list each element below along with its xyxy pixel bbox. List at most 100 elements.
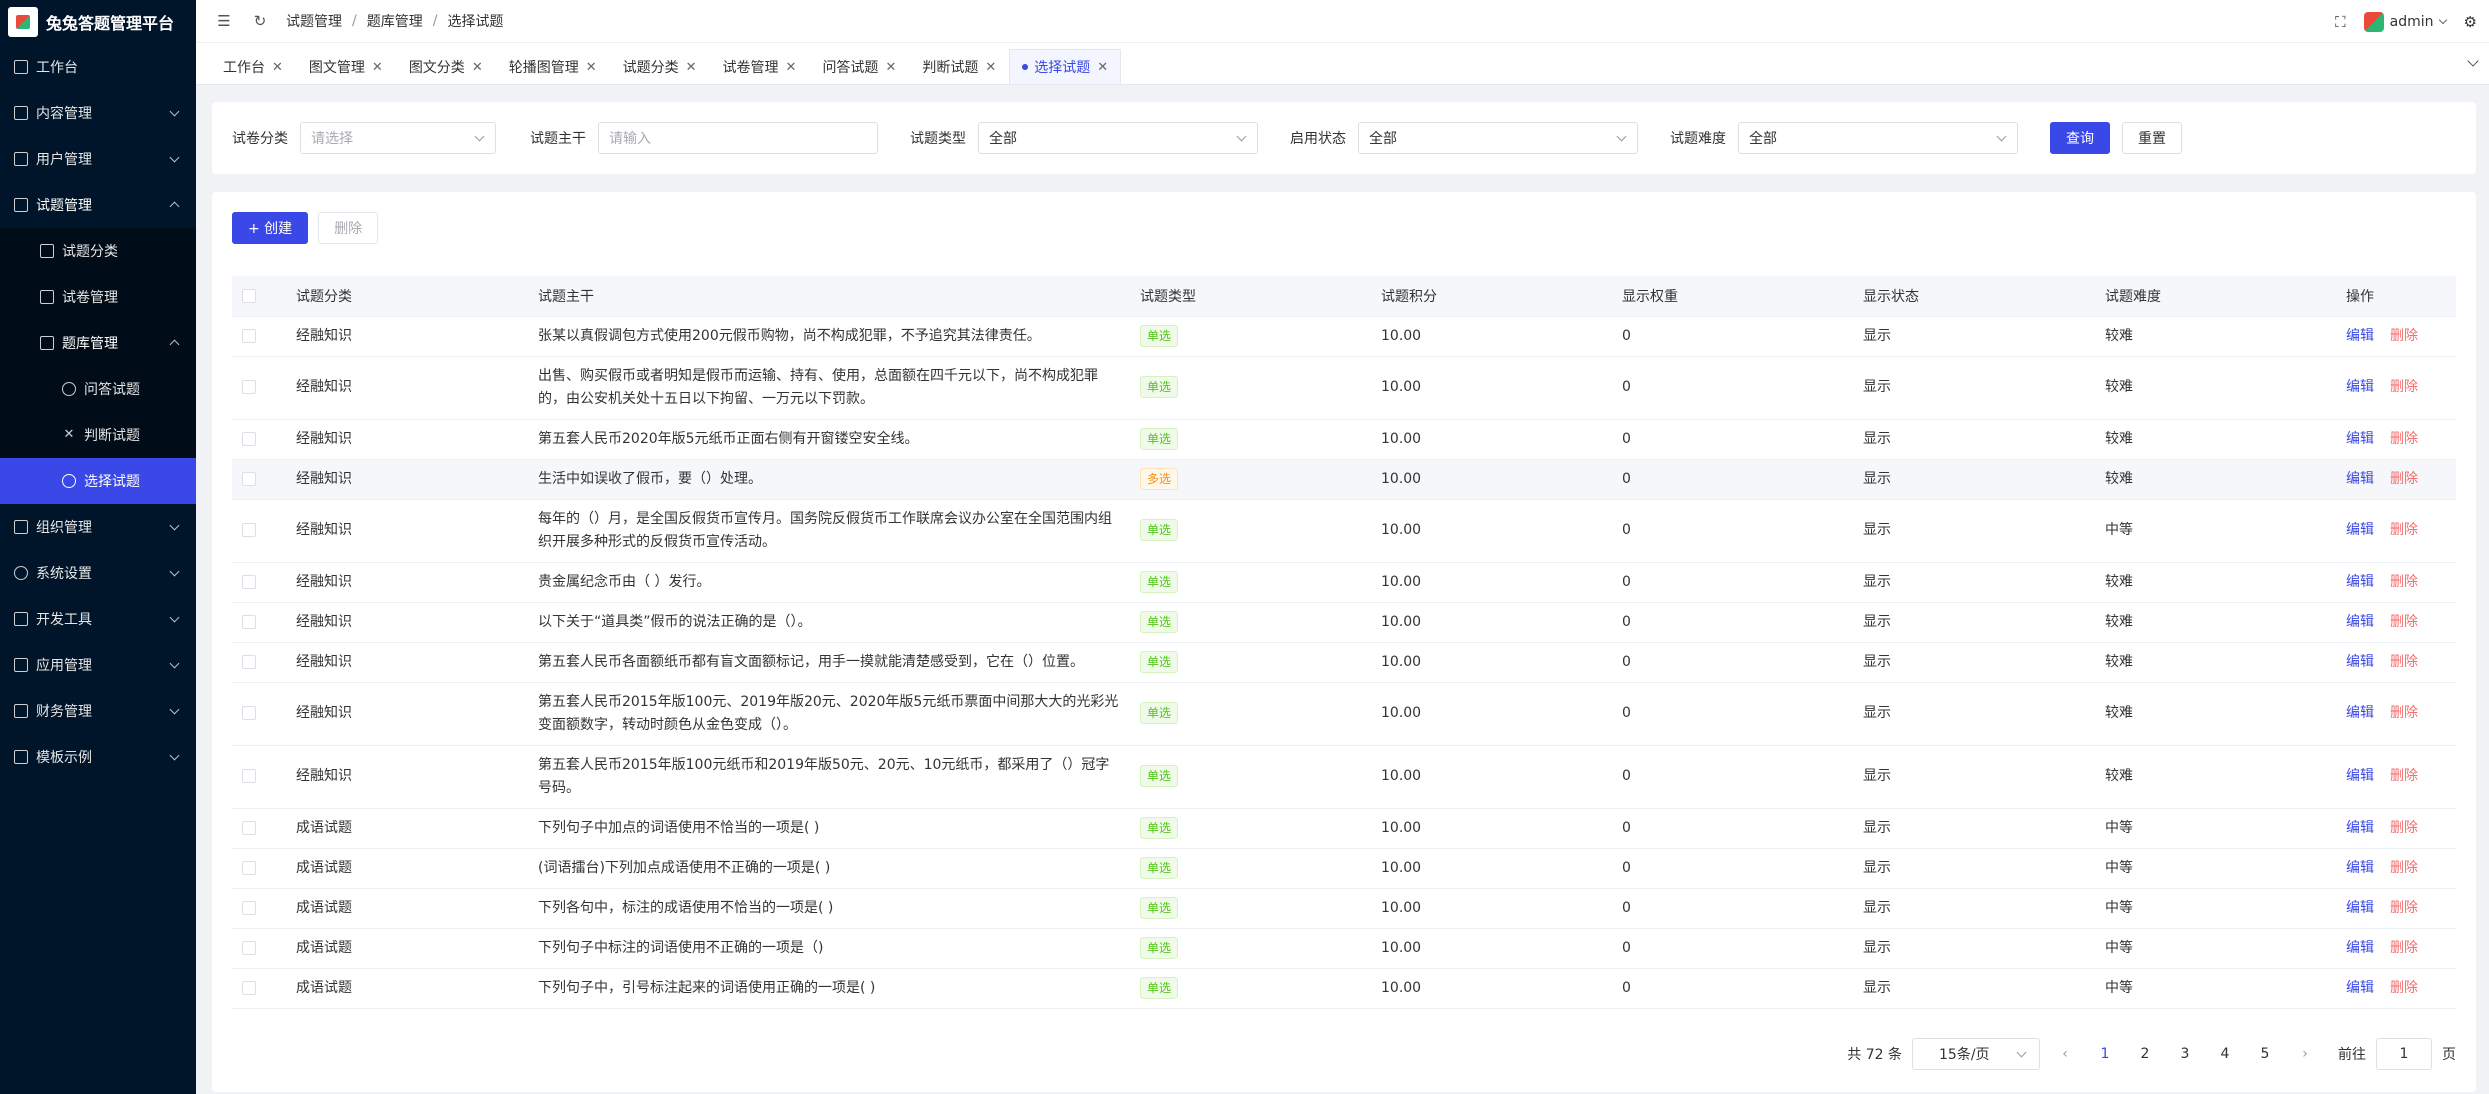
row-checkbox[interactable] [242, 574, 256, 589]
edit-link[interactable]: 编辑 [2346, 471, 2374, 487]
page-button[interactable]: 4 [2210, 1038, 2240, 1070]
jump-input[interactable]: 1 [2376, 1038, 2432, 1070]
close-icon[interactable]: ✕ [885, 60, 896, 75]
sidebar-item-question-category[interactable]: 试题分类 [0, 228, 196, 274]
next-page-icon[interactable]: › [2290, 1038, 2320, 1070]
breadcrumb-item[interactable]: 题库管理 [367, 11, 423, 31]
create-button[interactable]: + 创建 [232, 212, 309, 244]
sidebar-item-paper[interactable]: 试卷管理 [0, 274, 196, 320]
select-all-checkbox[interactable] [242, 288, 256, 303]
sidebar-item-content[interactable]: 内容管理 [0, 90, 196, 136]
gear-icon[interactable]: ⚙ [2464, 13, 2477, 31]
edit-link[interactable]: 编辑 [2346, 820, 2374, 836]
query-button[interactable]: 查询 [2050, 122, 2110, 154]
edit-link[interactable]: 编辑 [2346, 328, 2374, 344]
close-icon[interactable]: ✕ [586, 60, 597, 75]
breadcrumb-item[interactable]: 试题管理 [286, 11, 342, 31]
row-checkbox[interactable] [242, 654, 256, 669]
row-checkbox[interactable] [242, 820, 256, 835]
edit-link[interactable]: 编辑 [2346, 940, 2374, 956]
type-select[interactable]: 全部 [978, 122, 1258, 154]
delete-link[interactable]: 删除 [2390, 379, 2418, 395]
row-checkbox[interactable] [242, 523, 256, 537]
sidebar-item-org[interactable]: 组织管理 [0, 504, 196, 550]
delete-link[interactable]: 删除 [2390, 328, 2418, 344]
sidebar-item-judge[interactable]: ✕ 判断试题 [0, 412, 196, 458]
tab-workbench[interactable]: 工作台 ✕ [210, 49, 296, 84]
delete-link[interactable]: 删除 [2390, 980, 2418, 996]
edit-link[interactable]: 编辑 [2346, 860, 2374, 876]
close-icon[interactable]: ✕ [686, 60, 697, 75]
delete-link[interactable]: 删除 [2390, 431, 2418, 447]
tab-question-category[interactable]: 试题分类 ✕ [610, 49, 710, 84]
tab-article-category[interactable]: 图文分类 ✕ [396, 49, 496, 84]
delete-link[interactable]: 删除 [2390, 900, 2418, 916]
page-button[interactable]: 1 [2090, 1038, 2120, 1070]
difficulty-select[interactable]: 全部 [1738, 122, 2018, 154]
sidebar-item-choice[interactable]: 选择试题 [0, 458, 196, 504]
tab-judge[interactable]: 判断试题 ✕ [909, 49, 1009, 84]
row-checkbox[interactable] [242, 706, 256, 720]
row-checkbox[interactable] [242, 431, 256, 446]
delete-link[interactable]: 删除 [2390, 614, 2418, 630]
sidebar-item-qa[interactable]: 问答试题 [0, 366, 196, 412]
category-select[interactable]: 请选择 [300, 122, 496, 154]
sidebar-item-workbench[interactable]: 工作台 [0, 44, 196, 90]
sidebar-item-finance[interactable]: 财务管理 [0, 688, 196, 734]
refresh-icon[interactable]: ↻ [252, 12, 268, 30]
edit-link[interactable]: 编辑 [2346, 705, 2374, 721]
edit-link[interactable]: 编辑 [2346, 614, 2374, 630]
edit-link[interactable]: 编辑 [2346, 379, 2374, 395]
user-menu[interactable]: admin [2363, 11, 2447, 32]
row-checkbox[interactable] [242, 900, 256, 915]
sidebar-item-question-bank[interactable]: 题库管理 [0, 320, 196, 366]
delete-link[interactable]: 删除 [2390, 860, 2418, 876]
page-size-select[interactable]: 15条/页 [1912, 1038, 2040, 1070]
edit-link[interactable]: 编辑 [2346, 980, 2374, 996]
batch-delete-button[interactable]: 删除 [318, 212, 379, 244]
close-icon[interactable]: ✕ [372, 60, 383, 75]
delete-link[interactable]: 删除 [2390, 768, 2418, 784]
close-icon[interactable]: ✕ [272, 60, 283, 75]
sidebar-item-apps[interactable]: 应用管理 [0, 642, 196, 688]
edit-link[interactable]: 编辑 [2346, 654, 2374, 670]
edit-link[interactable]: 编辑 [2346, 768, 2374, 784]
tab-article[interactable]: 图文管理 ✕ [296, 49, 396, 84]
row-checkbox[interactable] [242, 940, 256, 955]
edit-link[interactable]: 编辑 [2346, 431, 2374, 447]
delete-link[interactable]: 删除 [2390, 654, 2418, 670]
stem-input[interactable]: 请输入 [598, 122, 878, 154]
row-checkbox[interactable] [242, 328, 256, 343]
delete-link[interactable]: 删除 [2390, 940, 2418, 956]
close-icon[interactable]: ✕ [1097, 60, 1108, 75]
edit-link[interactable]: 编辑 [2346, 900, 2374, 916]
page-button[interactable]: 2 [2130, 1038, 2160, 1070]
edit-link[interactable]: 编辑 [2346, 522, 2374, 538]
tab-banner[interactable]: 轮播图管理 ✕ [496, 49, 610, 84]
sidebar-item-users[interactable]: 用户管理 [0, 136, 196, 182]
close-icon[interactable]: ✕ [786, 60, 797, 75]
status-select[interactable]: 全部 [1358, 122, 1638, 154]
chevron-down-icon[interactable] [2467, 55, 2479, 67]
tab-paper[interactable]: 试卷管理 ✕ [710, 49, 810, 84]
row-checkbox[interactable] [242, 860, 256, 875]
delete-link[interactable]: 删除 [2390, 574, 2418, 590]
prev-page-icon[interactable]: ‹ [2050, 1038, 2080, 1070]
row-checkbox[interactable] [242, 980, 256, 995]
sidebar-item-questions[interactable]: 试题管理 [0, 182, 196, 228]
sidebar-item-devtools[interactable]: 开发工具 [0, 596, 196, 642]
close-icon[interactable]: ✕ [985, 60, 996, 75]
row-checkbox[interactable] [242, 614, 256, 629]
sidebar-item-settings[interactable]: 系统设置 [0, 550, 196, 596]
edit-link[interactable]: 编辑 [2346, 574, 2374, 590]
menu-toggle-icon[interactable]: ☰ [216, 12, 232, 30]
sidebar-item-templates[interactable]: 模板示例 [0, 734, 196, 780]
delete-link[interactable]: 删除 [2390, 820, 2418, 836]
page-button[interactable]: 5 [2250, 1038, 2280, 1070]
close-icon[interactable]: ✕ [472, 60, 483, 75]
tab-choice[interactable]: 选择试题 ✕ [1009, 49, 1122, 84]
row-checkbox[interactable] [242, 380, 256, 394]
page-button[interactable]: 3 [2170, 1038, 2200, 1070]
delete-link[interactable]: 删除 [2390, 471, 2418, 487]
row-checkbox[interactable] [242, 769, 256, 783]
